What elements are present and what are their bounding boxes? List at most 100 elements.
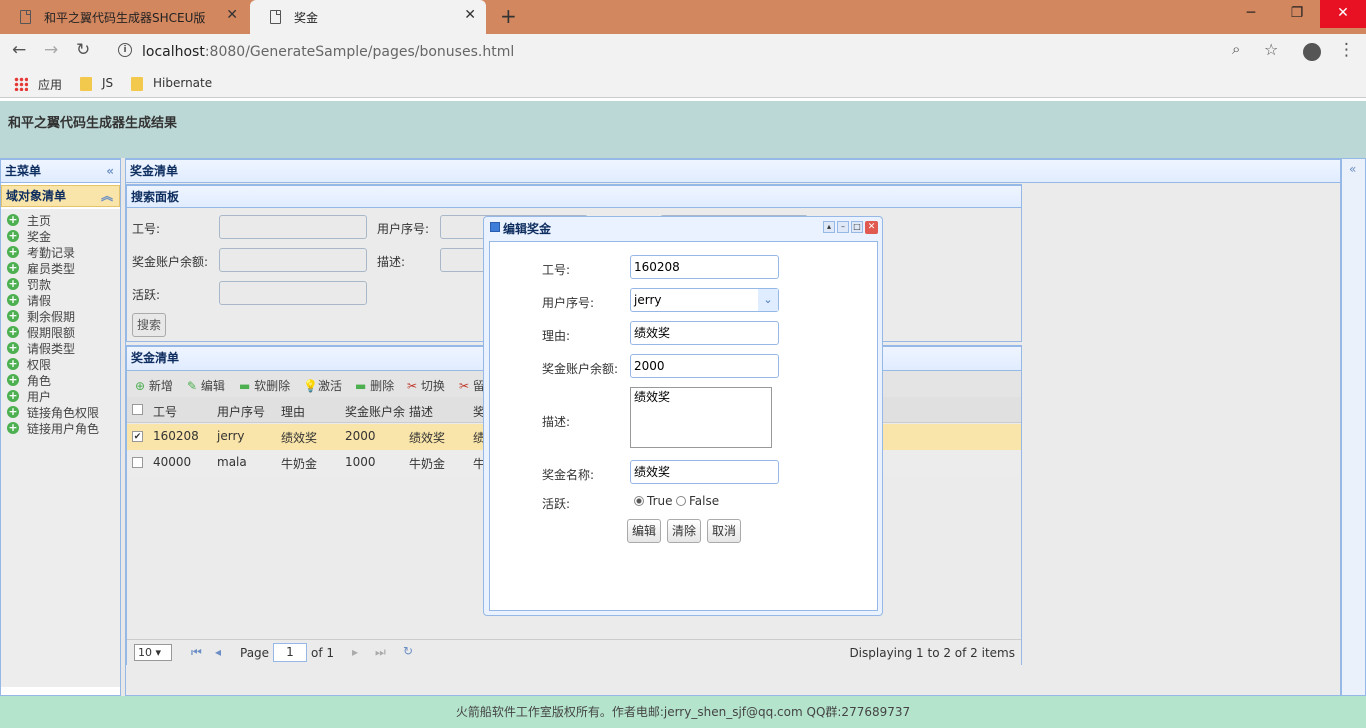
cell: 1000 (345, 455, 376, 469)
pager-summary: Displaying 1 to 2 of 2 items (849, 646, 1015, 660)
prev-page-icon[interactable]: ◂ (215, 645, 221, 659)
minimize-icon[interactable]: – (837, 221, 849, 233)
star-icon[interactable]: ☆ (1264, 40, 1278, 59)
forward-icon[interactable]: → (44, 40, 58, 60)
sidebar-item-fine[interactable]: + 罚款 (7, 276, 51, 292)
minimize-icon[interactable]: ─ (1228, 0, 1274, 28)
last-page-icon[interactable]: ⏭ (375, 645, 386, 660)
menu-icon[interactable]: ⋮ (1338, 40, 1355, 60)
sidebar-item-role[interactable]: + 角色 (7, 372, 51, 388)
page-number-input[interactable]: 1 (273, 643, 307, 662)
close-icon[interactable]: ✕ (865, 221, 878, 234)
dialog-body: 工号: 160208 用户序号: jerry ⌄ 理由: 绩效奖 奖金账户余额:… (489, 241, 878, 611)
plus-icon: + (7, 261, 19, 274)
edit-button[interactable]: ✎ 编辑 (187, 377, 225, 394)
edit-bonus-dialog: 编辑奖金 ▴ – □ ✕ 工号: 160208 用户序号: jerry ⌄ 理由… (483, 216, 883, 616)
soft-delete-button[interactable]: ▬ 软删除 (239, 377, 290, 394)
sidebar-item-leavetype[interactable]: + 请假类型 (7, 340, 75, 356)
name-field[interactable]: 绩效奖 (630, 460, 779, 484)
edit-button[interactable]: 编辑 (627, 519, 662, 543)
sidebar-item-attendance[interactable]: + 考勤记录 (7, 244, 75, 260)
cancel-button[interactable]: 取消 (707, 519, 742, 543)
sidebar-item-role-priv[interactable]: + 链接角色权限 (7, 404, 99, 420)
sidebar-item-user-role[interactable]: + 链接用户角色 (7, 420, 99, 436)
column-header[interactable]: 工号 (153, 403, 177, 420)
refresh-icon[interactable]: ↻ (403, 644, 413, 658)
bookmark-js[interactable]: JS (102, 76, 113, 90)
active-true-radio[interactable] (634, 496, 644, 506)
new-tab-icon[interactable]: + (500, 4, 517, 28)
url-field[interactable]: i localhost:8080/GenerateSample/pages/bo… (110, 38, 1290, 66)
retain-button[interactable]: ✂ 留 (459, 377, 485, 394)
bookmark-hibernate[interactable]: Hibernate (153, 76, 212, 90)
user-id-select[interactable]: jerry ⌄ (630, 288, 779, 312)
column-header[interactable]: 用户序号 (217, 403, 265, 420)
close-icon[interactable]: ✕ (464, 7, 476, 23)
right-collapsed-panel[interactable]: « (1341, 158, 1366, 696)
browser-tab-2[interactable]: 奖金 ✕ (250, 0, 486, 34)
page-icon (270, 10, 281, 24)
browser-tab-1[interactable]: 和平之翼代码生成器SHCEU版 ✕ (0, 0, 248, 34)
page-size-select[interactable]: 10 ▾ (134, 644, 172, 661)
next-page-icon[interactable]: ▸ (352, 645, 358, 659)
sidebar-item-user[interactable]: + 用户 (7, 388, 51, 404)
sidebar-header: 主菜单 « (0, 159, 121, 183)
sidebar-item-bonus[interactable]: + 奖金 (7, 228, 51, 244)
balance-field[interactable]: 2000 (630, 354, 779, 378)
close-icon[interactable]: ✕ (226, 7, 238, 23)
reason-label: 理由: (542, 329, 571, 343)
info-icon[interactable]: i (118, 43, 132, 57)
add-button[interactable]: ⊕ 新增 (135, 377, 173, 394)
collapse-icon[interactable]: ▴ (823, 221, 835, 233)
delete-button[interactable]: ▬ 删除 (355, 377, 394, 394)
footer: 火箭船软件工作室版权所有。作者电邮:jerry_shen_sjf@qq.com … (0, 696, 1366, 728)
minus-icon: ▬ (239, 379, 251, 393)
desc-label: 描述: (377, 255, 406, 269)
maximize-icon[interactable]: □ (851, 221, 863, 233)
sidebar-item-home[interactable]: + 主页 (7, 212, 51, 228)
desc-textarea[interactable]: 绩效奖 (630, 387, 772, 448)
apps-icon[interactable] (14, 77, 28, 91)
account-icon[interactable] (1303, 43, 1321, 61)
plus-icon: + (7, 421, 19, 434)
toggle-button[interactable]: ✂ 切换 (407, 377, 445, 394)
sidebar-item-privilege[interactable]: + 权限 (7, 356, 51, 372)
select-all-checkbox[interactable] (132, 404, 143, 415)
tab-title: 奖金 (294, 11, 319, 25)
column-header[interactable]: 奖金账户余 (345, 403, 405, 420)
column-header[interactable]: 描述 (409, 403, 433, 420)
plus-icon: + (7, 277, 19, 290)
clear-button[interactable]: 清除 (667, 519, 702, 543)
bookmark-apps[interactable]: 应用 (38, 76, 62, 93)
expand-icon[interactable]: « (1349, 162, 1356, 176)
emp-no-field[interactable]: 160208 (630, 255, 779, 279)
chevron-down-icon[interactable]: ⌄ (758, 289, 778, 311)
balance-search-input[interactable] (219, 248, 367, 272)
reload-icon[interactable]: ↻ (76, 40, 90, 60)
reason-field[interactable]: 绩效奖 (630, 321, 779, 345)
chevron-up-icon[interactable]: ︽ (101, 186, 113, 206)
activate-button[interactable]: 💡激活 (303, 377, 342, 394)
sidebar-item-leave[interactable]: + 请假 (7, 292, 51, 308)
row-checkbox[interactable] (132, 457, 143, 468)
active-false-radio[interactable] (676, 496, 686, 506)
cell: 40000 (153, 455, 192, 469)
window-close-icon[interactable]: ✕ (1320, 0, 1366, 28)
cell: 2000 (345, 429, 376, 443)
save-icon (490, 222, 500, 232)
zoom-icon[interactable]: ⌕ (1232, 40, 1240, 58)
balance-label: 奖金账户余额: (132, 255, 209, 269)
sidebar-item-remaining[interactable]: + 剩余假期 (7, 308, 75, 324)
emp-no-search-input[interactable] (219, 215, 367, 239)
search-button[interactable]: 搜索 (132, 313, 167, 337)
back-icon[interactable]: ← (12, 40, 26, 60)
first-page-icon[interactable]: ⏮ (191, 645, 202, 660)
sidebar-item-quota[interactable]: + 假期限额 (7, 324, 75, 340)
active-search-input[interactable] (219, 281, 367, 305)
maximize-icon[interactable]: ❐ (1274, 0, 1320, 28)
column-header[interactable]: 理由 (281, 403, 305, 420)
row-checkbox[interactable]: ✔ (132, 431, 143, 442)
collapse-icon[interactable]: « (106, 160, 114, 182)
sidebar-item-emptype[interactable]: + 雇员类型 (7, 260, 75, 276)
sidebar-section[interactable]: 域对象清单 ︽ (1, 185, 120, 207)
